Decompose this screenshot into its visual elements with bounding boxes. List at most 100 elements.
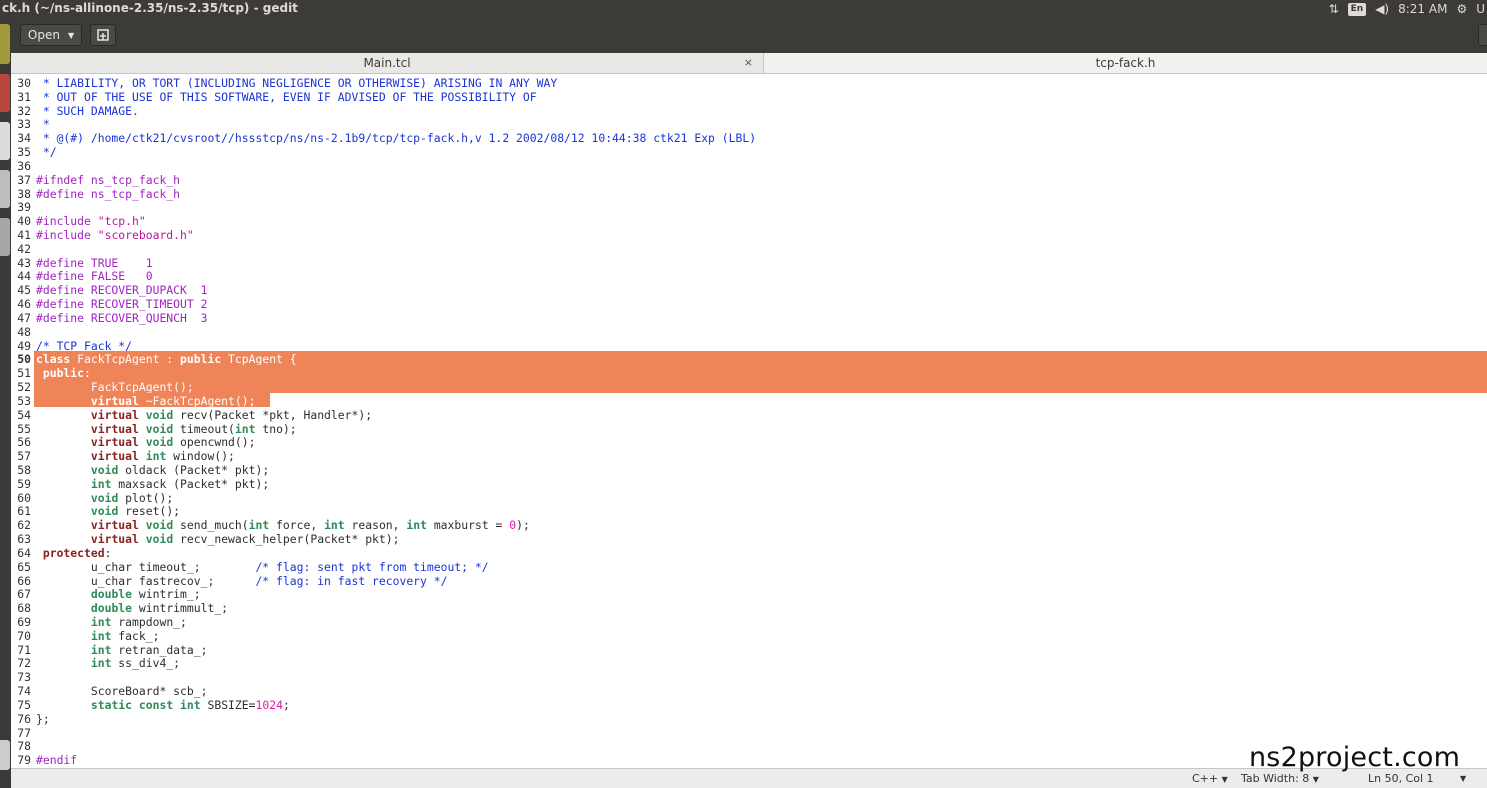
line-number: 73 (17, 670, 31, 685)
code-line[interactable]: static const int SBSIZE=1024; (36, 698, 290, 712)
code-line[interactable]: * (36, 117, 50, 131)
code-line[interactable]: #define RECOVER_TIMEOUT 2 (36, 297, 207, 311)
code-line[interactable]: #define TRUE 1 (36, 256, 153, 270)
code-line[interactable]: int fack_; (36, 629, 160, 643)
line-number: 35 (17, 145, 31, 160)
tab-width-selector[interactable]: Tab Width: 8 ▼ (1241, 772, 1319, 785)
code-line[interactable]: virtual void recv(Packet *pkt, Handler*)… (36, 408, 372, 422)
line-number: 65 (17, 559, 31, 574)
line-number: 74 (17, 684, 31, 699)
code-line[interactable]: #define RECOVER_QUENCH 3 (36, 311, 207, 325)
code-line[interactable]: double wintrim_; (36, 587, 201, 601)
line-number: 67 (17, 587, 31, 602)
code-line[interactable]: virtual void send_much(int force, int re… (36, 518, 530, 532)
tab-bar: Main.tcl × tcp-fack.h (11, 53, 1487, 74)
line-number: 42 (17, 241, 31, 256)
line-number: 41 (17, 228, 31, 243)
launcher-app-icon[interactable] (0, 74, 10, 112)
new-tab-button[interactable] (90, 24, 116, 46)
code-line[interactable]: #define ns_tcp_fack_h (36, 187, 180, 201)
line-number: 36 (17, 158, 31, 173)
line-number: 30 (17, 76, 31, 90)
tab-main-tcl[interactable]: Main.tcl × (11, 53, 764, 73)
keyboard-layout-indicator[interactable]: En (1347, 2, 1367, 16)
code-line[interactable]: */ (36, 145, 57, 159)
line-number: 45 (17, 283, 31, 298)
code-line[interactable]: #ifndef ns_tcp_fack_h (36, 173, 180, 187)
code-line[interactable]: * LIABILITY, OR TORT (INCLUDING NEGLIGEN… (36, 76, 557, 90)
code-line[interactable]: virtual int window(); (36, 449, 235, 463)
clock[interactable]: 8:21 AM (1398, 2, 1447, 16)
cursor-position[interactable]: Ln 50, Col 1 (1368, 772, 1434, 785)
tab-label: Main.tcl (363, 56, 411, 70)
code-editor[interactable]: * LIABILITY, OR TORT (INCLUDING NEGLIGEN… (34, 74, 1487, 768)
code-line[interactable]: int ss_div4_; (36, 656, 180, 670)
code-line[interactable]: protected: (36, 546, 112, 560)
line-number: 43 (17, 255, 31, 270)
code-line[interactable]: u_char timeout_; /* flag: sent pkt from … (36, 560, 489, 574)
line-number: 70 (17, 628, 31, 643)
line-number: 40 (17, 214, 31, 229)
code-line[interactable]: double wintrimmult_; (36, 601, 228, 615)
code-line[interactable]: #define RECOVER_DUPACK 1 (36, 283, 207, 297)
code-line[interactable]: virtual ~FackTcpAgent(); (36, 394, 256, 408)
selection-highlight (34, 365, 1487, 380)
user-menu[interactable]: U (1476, 2, 1485, 16)
open-button[interactable]: Open ▼ (20, 24, 82, 46)
watermark: ns2project.com (1249, 742, 1461, 773)
close-tab-icon[interactable]: × (744, 56, 753, 69)
window-menu-button[interactable] (1478, 24, 1487, 46)
code-line[interactable]: virtual void opencwnd(); (36, 435, 256, 449)
code-line[interactable]: }; (36, 712, 50, 726)
line-number: 64 (17, 545, 31, 560)
line-number: 78 (17, 739, 31, 754)
code-line[interactable]: virtual void timeout(int tno); (36, 422, 297, 436)
launcher-terminal-icon[interactable] (0, 122, 10, 160)
code-line[interactable]: #define FALSE 0 (36, 269, 153, 283)
chevron-down-icon: ▼ (1221, 775, 1228, 784)
code-line[interactable]: #include "scoreboard.h" (36, 228, 194, 242)
line-number: 68 (17, 601, 31, 616)
line-number: 60 (17, 490, 31, 505)
line-number: 77 (17, 725, 31, 740)
chevron-down-icon[interactable]: ▼ (1460, 774, 1466, 783)
network-icon[interactable]: ⇅ (1329, 2, 1339, 16)
chevron-down-icon: ▼ (67, 30, 75, 40)
line-number: 39 (17, 200, 31, 215)
line-number: 57 (17, 449, 31, 464)
line-number: 53 (17, 393, 31, 408)
language-label: C++ (1192, 772, 1219, 785)
line-number: 47 (17, 310, 31, 325)
code-line[interactable]: #endif (36, 753, 77, 767)
language-selector[interactable]: C++ ▼ (1192, 772, 1228, 785)
line-number: 44 (17, 269, 31, 284)
line-number: 56 (17, 435, 31, 450)
cursor-position-label: Ln 50, Col 1 (1368, 772, 1434, 785)
launcher-app-icon[interactable] (0, 24, 10, 64)
code-line[interactable]: int rampdown_; (36, 615, 187, 629)
code-line[interactable]: void oldack (Packet* pkt); (36, 463, 269, 477)
code-line[interactable]: int retran_data_; (36, 643, 208, 657)
line-number: 51 (17, 366, 31, 381)
code-line[interactable]: void plot(); (36, 491, 173, 505)
code-line[interactable]: #include "tcp.h" (36, 214, 146, 228)
line-number: 49 (17, 338, 31, 353)
new-document-icon (97, 29, 109, 41)
launcher-trash-icon[interactable] (0, 740, 10, 770)
code-line[interactable]: * SUCH DAMAGE. (36, 104, 139, 118)
line-number: 55 (17, 421, 31, 436)
chevron-down-icon: ▼ (1312, 775, 1319, 784)
launcher-text-editor-icon[interactable] (0, 170, 10, 208)
volume-icon[interactable]: ◀︎) (1375, 2, 1389, 16)
launcher-settings-icon[interactable] (0, 218, 10, 256)
settings-gear-icon[interactable]: ⚙ (1456, 2, 1467, 16)
code-line[interactable]: int maxsack (Packet* pkt); (36, 477, 269, 491)
code-line[interactable]: virtual void recv_newack_helper(Packet* … (36, 532, 400, 546)
code-line[interactable]: ScoreBoard* scb_; (36, 684, 208, 698)
code-line[interactable]: void reset(); (36, 504, 180, 518)
tab-tcp-fack-h[interactable]: tcp-fack.h (764, 53, 1487, 73)
code-line[interactable]: * OUT OF THE USE OF THIS SOFTWARE, EVEN … (36, 90, 537, 104)
code-line[interactable]: * @(#) /home/ctk21/cvsroot//hssstcp/ns/n… (36, 131, 756, 145)
window-title: ck.h (~/ns-allinone-2.35/ns-2.35/tcp) - … (2, 1, 298, 15)
code-line[interactable]: u_char fastrecov_; /* flag: in fast reco… (36, 574, 448, 588)
